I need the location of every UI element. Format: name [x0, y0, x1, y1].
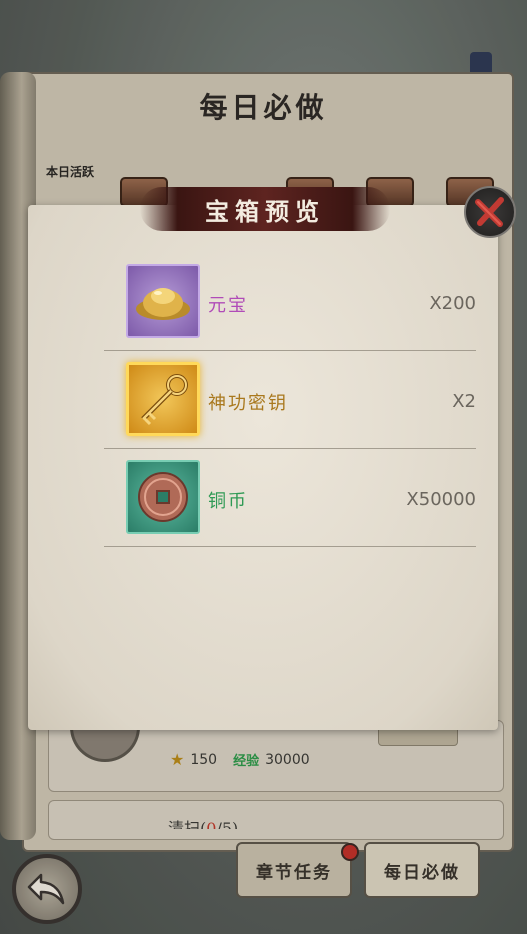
gold-ingot-icon[interactable]: [126, 264, 200, 338]
copper-coin-icon[interactable]: [126, 460, 200, 534]
list-item: 铜币 X50000: [104, 449, 476, 547]
close-button[interactable]: [464, 186, 516, 238]
close-icon: [475, 197, 504, 227]
list-item: 元宝 X200: [104, 253, 476, 351]
key-icon[interactable]: [126, 362, 200, 436]
item-name: 元宝: [208, 295, 248, 316]
item-quantity: X2: [452, 391, 476, 412]
chest-preview-panel: 元宝 X200 神功密钥 X2 铜币 X50000: [28, 205, 498, 730]
modal-title: 宝箱预览: [205, 197, 325, 226]
item-name: 神功密钥: [208, 393, 288, 414]
list-item: 神功密钥 X2: [104, 351, 476, 449]
item-quantity: X50000: [406, 489, 476, 510]
item-quantity: X200: [429, 293, 476, 314]
item-name: 铜币: [208, 491, 248, 512]
